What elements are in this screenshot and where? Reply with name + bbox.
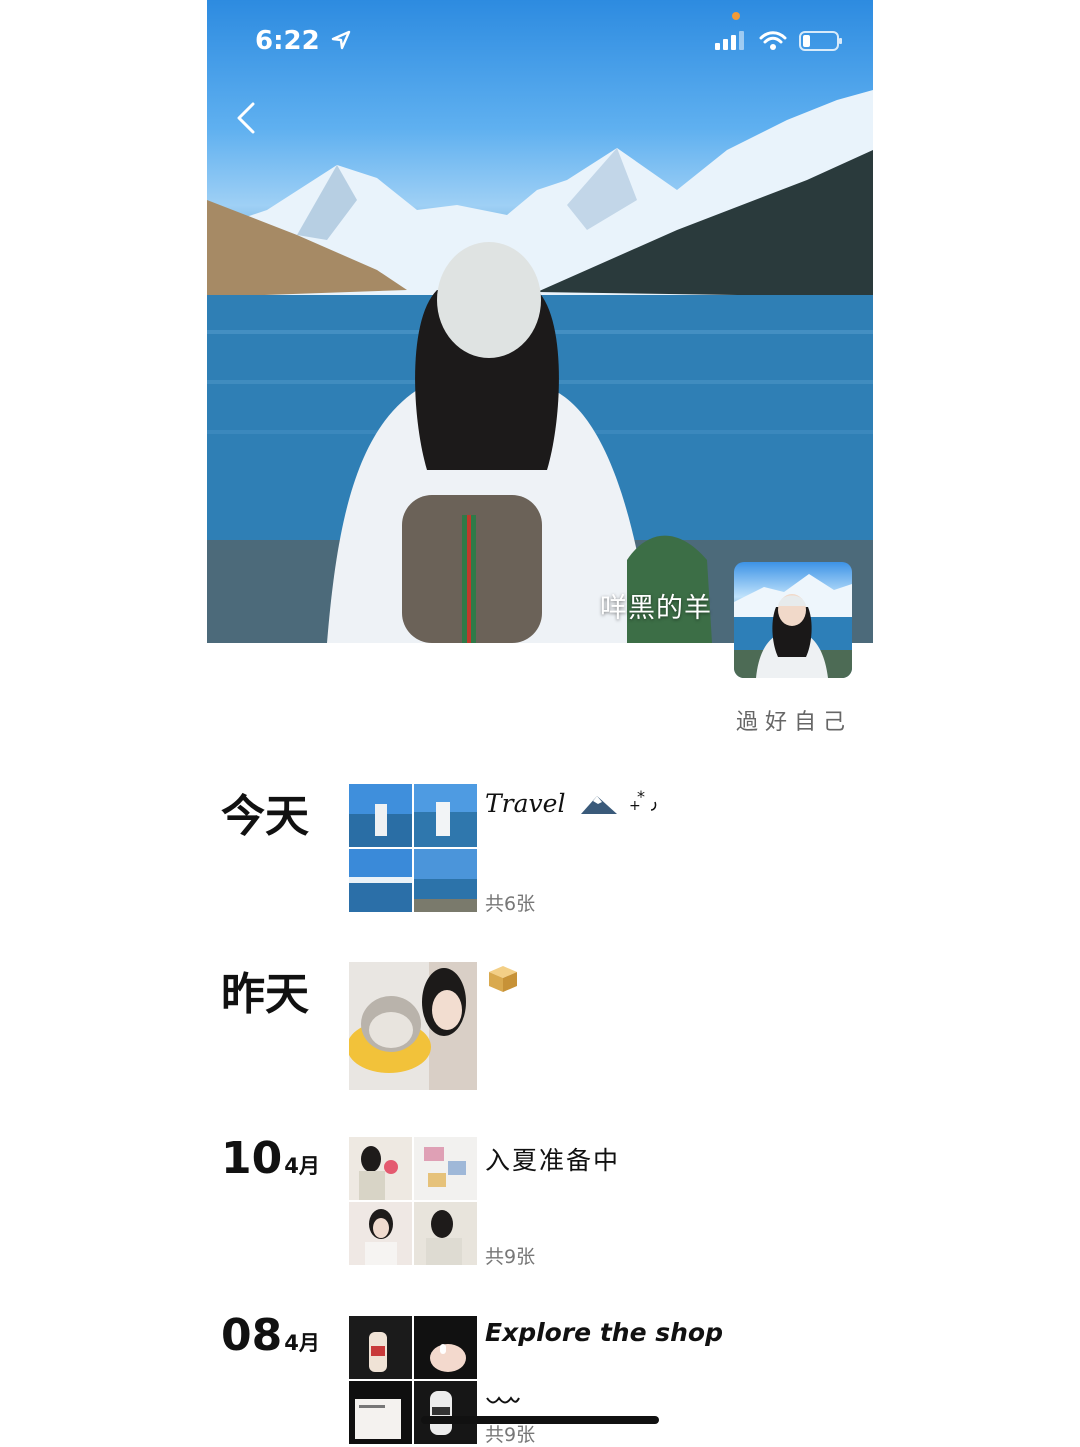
box-icon (489, 966, 517, 992)
home-indicator[interactable] (421, 1416, 659, 1424)
entry-date: 104月 (221, 1133, 320, 1184)
photo-thumb[interactable] (414, 1316, 477, 1379)
photo-image (349, 849, 412, 912)
back-chevron-icon (237, 102, 255, 134)
photo-thumb[interactable] (349, 962, 477, 1090)
photo-image (414, 1137, 477, 1200)
photo-image (414, 1202, 477, 1265)
photo-thumb[interactable] (414, 849, 477, 912)
entry-day: 08 (221, 1310, 283, 1361)
photo-image (414, 1316, 477, 1379)
wave-icon (486, 1396, 520, 1404)
wifi-icon (759, 31, 787, 50)
photo-thumb[interactable] (349, 1381, 412, 1444)
photo-thumb[interactable] (349, 849, 412, 912)
mountain-icon (581, 796, 618, 814)
photo-thumb[interactable] (349, 784, 412, 847)
photo-image (414, 849, 477, 912)
photo-image (414, 1381, 477, 1444)
status-icons (715, 30, 843, 52)
photo-thumb[interactable] (414, 1381, 477, 1444)
photo-thumb[interactable] (414, 1137, 477, 1200)
photo-image (414, 784, 477, 847)
entry-date: 今天 (221, 791, 309, 842)
photo-image (349, 962, 477, 1090)
photo-count: 共9张 (485, 1424, 536, 1446)
photo-thumb[interactable] (349, 1202, 412, 1265)
photo-image (349, 1137, 412, 1200)
photo-count: 共6张 (485, 893, 536, 915)
entry-caption: Explore the shop (485, 1318, 723, 1347)
entry-month: 4月 (284, 1331, 320, 1355)
location-arrow-icon (331, 30, 350, 50)
photo-thumb[interactable] (414, 784, 477, 847)
photo-grid[interactable] (349, 784, 477, 912)
photo-image (349, 784, 412, 847)
entry-day: 10 (221, 1133, 283, 1184)
photo-grid[interactable] (349, 1316, 477, 1444)
entry-caption: Travel + * (485, 787, 663, 818)
signal-icon (715, 31, 744, 50)
cover-landscape (207, 90, 873, 643)
photo-thumb[interactable] (349, 1316, 412, 1379)
photo-thumb[interactable] (349, 1137, 412, 1200)
profile-motto: 過好自己 (736, 710, 853, 735)
cover-photo[interactable]: 6:22 咩黑的羊 (207, 0, 873, 643)
status-time: 6:22 (255, 26, 351, 56)
photo-image (349, 1381, 412, 1444)
photo-count: 共9张 (485, 1246, 536, 1268)
avatar[interactable] (734, 562, 852, 678)
profile-name: 咩黑的羊 (600, 593, 712, 624)
status-time-text: 6:22 (255, 26, 320, 56)
avatar-photo (734, 574, 852, 678)
entry-caption (485, 962, 521, 1002)
entry-caption: 入夏准备中 (485, 1146, 621, 1175)
entry-caption-text: Travel (485, 789, 566, 818)
photo-image (349, 1202, 412, 1265)
entry-date: 昨天 (221, 969, 309, 1020)
entry-month: 4月 (284, 1154, 320, 1178)
photo-thumb[interactable] (414, 1202, 477, 1265)
recording-indicator-dot (732, 12, 740, 20)
battery-icon (799, 31, 842, 51)
back-button[interactable] (229, 98, 265, 138)
sparkle-icon: + * (629, 787, 657, 814)
photo-grid[interactable] (349, 1137, 477, 1265)
svg-text:*: * (637, 788, 645, 806)
photo-image (349, 1316, 412, 1379)
entry-date: 084月 (221, 1310, 320, 1361)
